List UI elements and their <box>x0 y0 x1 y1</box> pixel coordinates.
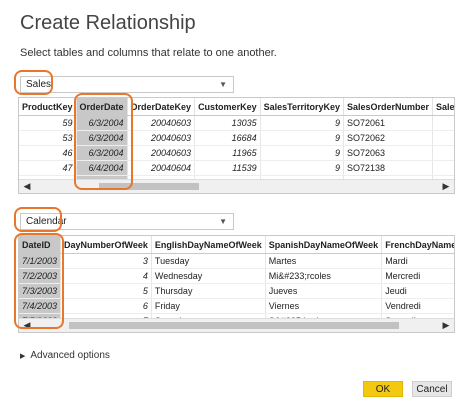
cell: 5 <box>60 283 152 299</box>
cell <box>432 160 454 176</box>
advanced-options-toggle[interactable]: ▶ Advanced options <box>20 350 110 361</box>
cancel-button[interactable]: Cancel <box>412 381 452 397</box>
cell: 9 <box>260 145 344 161</box>
column-header[interactable]: OrderDateKey <box>127 98 196 116</box>
cell: 7/1/2003 <box>19 253 62 269</box>
cell: 59 <box>19 115 77 131</box>
column-header[interactable]: FrenchDayNameOfWeek <box>381 236 454 254</box>
cell: Mi&#233;rcoles <box>265 268 383 284</box>
column-header[interactable]: DayNumberOfWeek <box>60 236 152 254</box>
column-header[interactable]: SalesOrder <box>432 98 454 116</box>
table1-grid[interactable]: ProductKey OrderDate OrderDateKey Custom… <box>18 97 455 194</box>
table-row: 53 6/3/2004 20040603 16684 9 SO72062 <box>19 130 454 146</box>
cell: 11539 <box>194 160 261 176</box>
cell: 20040604 <box>127 160 196 176</box>
cell: 7/3/2003 <box>19 283 62 299</box>
column-header[interactable]: CustomerKey <box>194 98 261 116</box>
cell: SO72063 <box>343 145 434 161</box>
scrollbar-thumb[interactable] <box>69 322 399 329</box>
cell: 3 <box>60 253 152 269</box>
cell: Friday <box>151 298 266 314</box>
cell: 9 <box>260 130 344 146</box>
table2-select-value: Calendar <box>26 216 67 227</box>
table-row: 7/1/2003 3 Tuesday Martes Mardi <box>19 253 454 269</box>
cell: 9 <box>260 115 344 131</box>
cell: Tuesday <box>151 253 266 269</box>
cell: Wednesday <box>151 268 266 284</box>
cell: 53 <box>19 130 77 146</box>
table1-select-value: Sales <box>26 79 52 90</box>
chevron-down-icon: ▼ <box>219 80 227 89</box>
cell: 11965 <box>194 145 261 161</box>
cell <box>432 130 454 146</box>
column-header[interactable]: SalesTerritoryKey <box>260 98 344 116</box>
advanced-options-label: Advanced options <box>30 350 110 361</box>
cell: 4 <box>60 268 152 284</box>
table-row: 7/3/2003 5 Thursday Jueves Jeudi <box>19 283 454 299</box>
cell: 9 <box>260 160 344 176</box>
chevron-down-icon: ▼ <box>219 217 227 226</box>
cell: SO72061 <box>343 115 434 131</box>
column-header[interactable]: EnglishDayNameOfWeek <box>151 236 266 254</box>
ok-button[interactable]: OK <box>363 381 403 397</box>
cell: Mercredi <box>381 268 454 284</box>
cell: 6/4/2004 <box>76 160 128 176</box>
cell: 6/3/2004 <box>76 115 128 131</box>
cell: Vendredi <box>381 298 454 314</box>
scroll-left-icon[interactable]: ◀ <box>21 180 33 193</box>
cell: 6/3/2004 <box>76 145 128 161</box>
horizontal-scrollbar[interactable]: ◀ ▶ <box>19 179 454 193</box>
cell: 6/3/2004 <box>76 130 128 146</box>
table-row: 7/2/2003 4 Wednesday Mi&#233;rcoles Merc… <box>19 268 454 284</box>
table-row: 47 6/4/2004 20040604 11539 9 SO72138 <box>19 160 454 176</box>
cell <box>432 115 454 131</box>
table-row: 46 6/3/2004 20040603 11965 9 SO72063 <box>19 145 454 161</box>
cell: Viernes <box>265 298 383 314</box>
cell: 47 <box>19 160 77 176</box>
cell: Thursday <box>151 283 266 299</box>
table-row: 7/4/2003 6 Friday Viernes Vendredi <box>19 298 454 314</box>
table2-select[interactable]: Calendar ▼ <box>20 213 234 230</box>
dialog-title: Create Relationship <box>20 12 196 34</box>
cell: 6 <box>60 298 152 314</box>
column-header[interactable]: SpanishDayNameOfWeek <box>265 236 383 254</box>
cell: 16684 <box>194 130 261 146</box>
column-header[interactable]: ProductKey <box>19 98 77 116</box>
table1-select[interactable]: Sales ▼ <box>20 76 234 93</box>
cell: Mardi <box>381 253 454 269</box>
cell: Jueves <box>265 283 383 299</box>
cell: 20040603 <box>127 130 196 146</box>
cell: SO72138 <box>343 160 434 176</box>
column-header-selected[interactable]: DateID <box>19 236 62 254</box>
cell: 7/4/2003 <box>19 298 62 314</box>
cell: 20040603 <box>127 115 196 131</box>
column-header-selected[interactable]: OrderDate <box>76 98 128 116</box>
column-header[interactable]: SalesOrderNumber <box>343 98 434 116</box>
horizontal-scrollbar[interactable]: ◀ ▶ <box>19 318 454 332</box>
scrollbar-thumb[interactable] <box>99 183 199 190</box>
cell: 13035 <box>194 115 261 131</box>
cell <box>432 145 454 161</box>
dialog-subtitle: Select tables and columns that relate to… <box>20 47 277 59</box>
cell: SO72062 <box>343 130 434 146</box>
cell: Jeudi <box>381 283 454 299</box>
cell: 7/2/2003 <box>19 268 62 284</box>
table2-grid[interactable]: DateID DayNumberOfWeek EnglishDayNameOfW… <box>18 235 455 333</box>
cell: Martes <box>265 253 383 269</box>
cell: 20040603 <box>127 145 196 161</box>
scroll-right-icon[interactable]: ▶ <box>440 319 452 332</box>
cell: 46 <box>19 145 77 161</box>
table-row: 59 6/3/2004 20040603 13035 9 SO72061 <box>19 115 454 131</box>
scroll-left-icon[interactable]: ◀ <box>21 319 33 332</box>
chevron-right-icon: ▶ <box>20 353 26 360</box>
scroll-right-icon[interactable]: ▶ <box>440 180 452 193</box>
